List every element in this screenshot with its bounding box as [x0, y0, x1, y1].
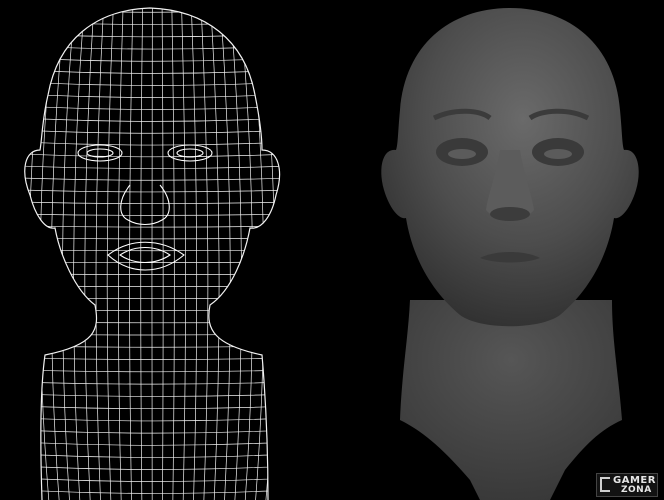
- wire-line-horizontal: [24, 321, 280, 324]
- wire-line-horizontal: [24, 441, 280, 446]
- wire-line-horizontal: [24, 189, 280, 193]
- wire-line-vertical: [24, 8, 37, 500]
- wire-line-horizontal: [24, 453, 280, 458]
- wire-line-vertical: [190, 8, 198, 500]
- wire-line-vertical: [106, 8, 114, 500]
- sculpt-nose-base: [490, 207, 530, 221]
- sculpt-left-eye: [448, 149, 476, 159]
- wire-line-horizontal: [24, 45, 280, 50]
- wire-line-vertical: [140, 8, 144, 500]
- wire-line-horizontal: [24, 177, 280, 181]
- wire-line-vertical: [118, 8, 124, 500]
- wire-line-horizontal: [24, 369, 280, 373]
- left-eye-loop: [77, 144, 123, 162]
- wire-line-horizontal: [24, 477, 280, 482]
- wire-line-vertical: [73, 8, 85, 500]
- mouth-outer-loop: [107, 241, 185, 271]
- wire-line-horizontal: [24, 165, 280, 169]
- right-eye-loop: [167, 144, 213, 162]
- wire-line-horizontal: [24, 273, 280, 275]
- wire-line-horizontal: [24, 93, 280, 98]
- wire-line-horizontal: [24, 393, 280, 397]
- wire-line-horizontal: [24, 285, 280, 287]
- wire-line-vertical: [181, 8, 186, 500]
- wire-line-vertical: [210, 8, 220, 500]
- wire-line-horizontal: [24, 237, 280, 240]
- watermark-line2: ZONA: [621, 485, 652, 495]
- wire-line-horizontal: [24, 405, 280, 410]
- wire-line-horizontal: [24, 33, 280, 38]
- sculpt-right-eye: [544, 149, 572, 159]
- wire-line-vertical: [84, 8, 95, 500]
- mouth-loop: [119, 246, 171, 264]
- wire-line-vertical: [219, 8, 231, 500]
- wireframe-head-image: [24, 7, 281, 500]
- wire-line-horizontal: [24, 489, 280, 494]
- wire-line-horizontal: [24, 21, 280, 25]
- wire-line-vertical: [268, 8, 280, 500]
- wire-line-vertical: [95, 8, 105, 500]
- wire-line-horizontal: [24, 213, 280, 216]
- wire-line-horizontal: [24, 105, 280, 110]
- wire-features: [77, 144, 213, 271]
- sculpted-head-image: [381, 8, 639, 500]
- wire-line-horizontal: [24, 357, 280, 360]
- wire-line-horizontal: [24, 261, 280, 263]
- wire-line-horizontal: [24, 345, 280, 348]
- wire-line-horizontal: [24, 9, 280, 13]
- right-eye-inner: [176, 148, 204, 158]
- sculpt-neck: [400, 300, 622, 500]
- wire-line-vertical: [229, 8, 242, 500]
- wire-line-horizontal: [24, 117, 280, 122]
- wire-line-vertical: [161, 8, 164, 500]
- wire-line-horizontal: [24, 225, 280, 228]
- wire-line-vertical: [248, 8, 265, 500]
- wire-line-horizontal: [24, 129, 280, 134]
- sculpted-head-panel: [330, 0, 664, 500]
- wire-line-horizontal: [24, 381, 280, 385]
- wire-line-horizontal: [24, 201, 280, 205]
- wire-line-horizontal: [24, 333, 280, 336]
- wireframe-head-panel: [0, 0, 320, 500]
- image-scene: GAMER ZONA: [0, 0, 664, 500]
- wire-line-horizontal: [24, 297, 280, 299]
- wire-line-vertical: [171, 8, 175, 500]
- nose-loop: [120, 184, 170, 226]
- wire-line-horizontal: [24, 465, 280, 470]
- wire-line-vertical: [62, 8, 76, 500]
- left-eye-inner: [86, 148, 114, 158]
- wire-line-vertical: [28, 8, 47, 500]
- wire-line-horizontal: [24, 81, 280, 86]
- wire-line-horizontal: [24, 153, 280, 158]
- gamerzona-logo-mark: [600, 477, 610, 492]
- wire-line-vertical: [200, 8, 209, 500]
- wire-line-horizontal: [24, 309, 280, 311]
- gamerzona-watermark: GAMER ZONA: [596, 473, 658, 497]
